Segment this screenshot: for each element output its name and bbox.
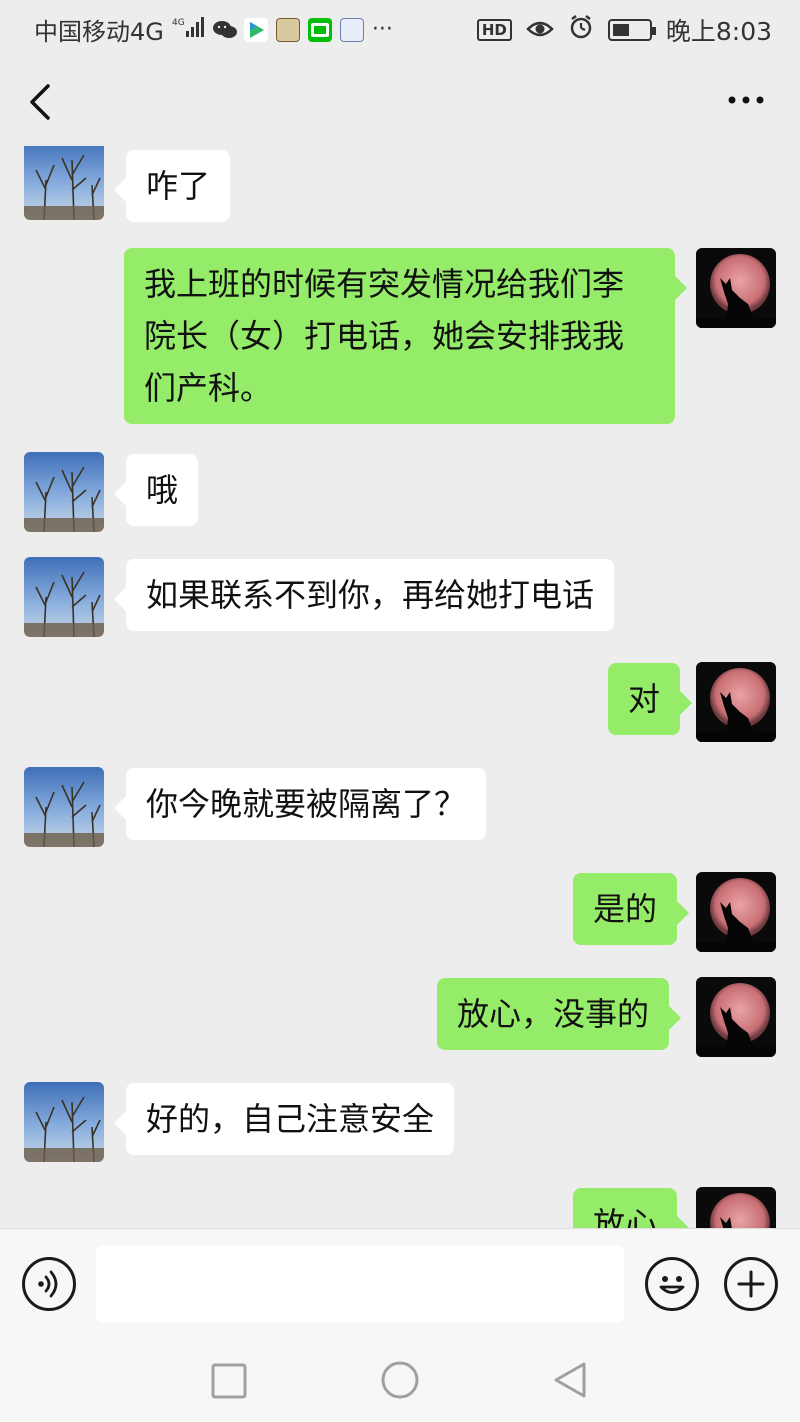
square-icon xyxy=(211,1363,247,1399)
video-app-icon xyxy=(243,17,268,42)
message-bubble-outgoing[interactable]: 放心 xyxy=(573,1188,690,1228)
contact-avatar[interactable] xyxy=(24,452,104,532)
chat-header xyxy=(0,56,800,146)
hd-badge: HD xyxy=(476,19,512,41)
my-avatar[interactable] xyxy=(696,662,776,742)
message-bubble-outgoing[interactable]: 放心，没事的 xyxy=(437,978,682,1050)
home-button[interactable] xyxy=(380,1360,420,1400)
status-bar: 中国移动4G 4G ··· HD 晚上8:03 xyxy=(0,0,800,56)
message-text-input[interactable] xyxy=(96,1245,624,1323)
my-avatar[interactable] xyxy=(696,248,776,328)
map-app-icon xyxy=(339,17,364,42)
recents-button[interactable] xyxy=(210,1362,248,1400)
message-bubble-incoming[interactable]: 哦 xyxy=(113,454,199,526)
signal-icon: 4G xyxy=(172,15,204,45)
message-bubble-outgoing[interactable]: 对 xyxy=(608,663,693,735)
message-line: 们产科。 xyxy=(144,369,273,407)
triangle-back-icon xyxy=(554,1362,586,1398)
contact-avatar[interactable] xyxy=(24,1082,104,1162)
message-bubble-incoming[interactable]: 你今晚就要被隔离了？ xyxy=(113,768,487,840)
contact-avatar[interactable] xyxy=(24,557,104,637)
wechat-notification-icon xyxy=(212,18,237,42)
more-notifications-indicator: ··· xyxy=(371,17,393,42)
message-bubble-outgoing[interactable]: 是的 xyxy=(573,873,690,945)
plus-icon xyxy=(737,1270,765,1298)
eye-icon xyxy=(526,16,554,45)
message-line: 我上班的时候有突发情况给我们李 xyxy=(144,265,625,303)
carrier-label: 中国移动4G xyxy=(34,18,164,46)
emoji-button[interactable] xyxy=(645,1257,699,1311)
my-avatar[interactable] xyxy=(696,1187,776,1228)
system-navigation-bar xyxy=(0,1336,800,1422)
my-avatar[interactable] xyxy=(696,872,776,952)
voice-button[interactable] xyxy=(22,1257,76,1311)
contact-avatar[interactable] xyxy=(24,767,104,847)
message-bubble-incoming[interactable]: 咋了 xyxy=(113,150,231,222)
voice-icon xyxy=(38,1270,58,1298)
chevron-left-icon xyxy=(30,84,50,120)
my-avatar[interactable] xyxy=(696,977,776,1057)
back-button[interactable] xyxy=(24,78,64,126)
more-functions-button[interactable] xyxy=(724,1257,778,1311)
message-bubble-outgoing[interactable]: 我上班的时候有突发情况给我们李 院长（女）打电话，她会安排我我 们产科。 xyxy=(124,248,687,424)
more-dots-icon xyxy=(728,96,764,104)
signal-label: 4G xyxy=(172,18,185,28)
game-app-icon xyxy=(275,17,300,42)
status-time: 晚上8:03 xyxy=(665,17,772,46)
message-bubble-incoming[interactable]: 如果联系不到你，再给她打电话 xyxy=(113,559,615,631)
battery-level-fill xyxy=(612,24,629,36)
alarm-icon xyxy=(568,14,594,46)
message-list[interactable]: 咋了 我上班的时候有突发情况给我们李 院长（女）打电话，她会安排我我 们产科。 … xyxy=(0,146,800,1228)
contact-avatar[interactable] xyxy=(24,146,104,220)
iqiyi-icon xyxy=(307,17,332,42)
system-back-button[interactable] xyxy=(550,1360,590,1400)
battery-icon xyxy=(607,19,656,41)
circle-icon xyxy=(381,1361,419,1399)
message-bubble-incoming[interactable]: 好的，自己注意安全 xyxy=(113,1083,455,1155)
more-options-button[interactable] xyxy=(726,90,766,110)
message-input-bar xyxy=(0,1228,800,1336)
emoji-icon xyxy=(659,1276,685,1294)
message-line: 院长（女）打电话，她会安排我我 xyxy=(144,317,625,355)
